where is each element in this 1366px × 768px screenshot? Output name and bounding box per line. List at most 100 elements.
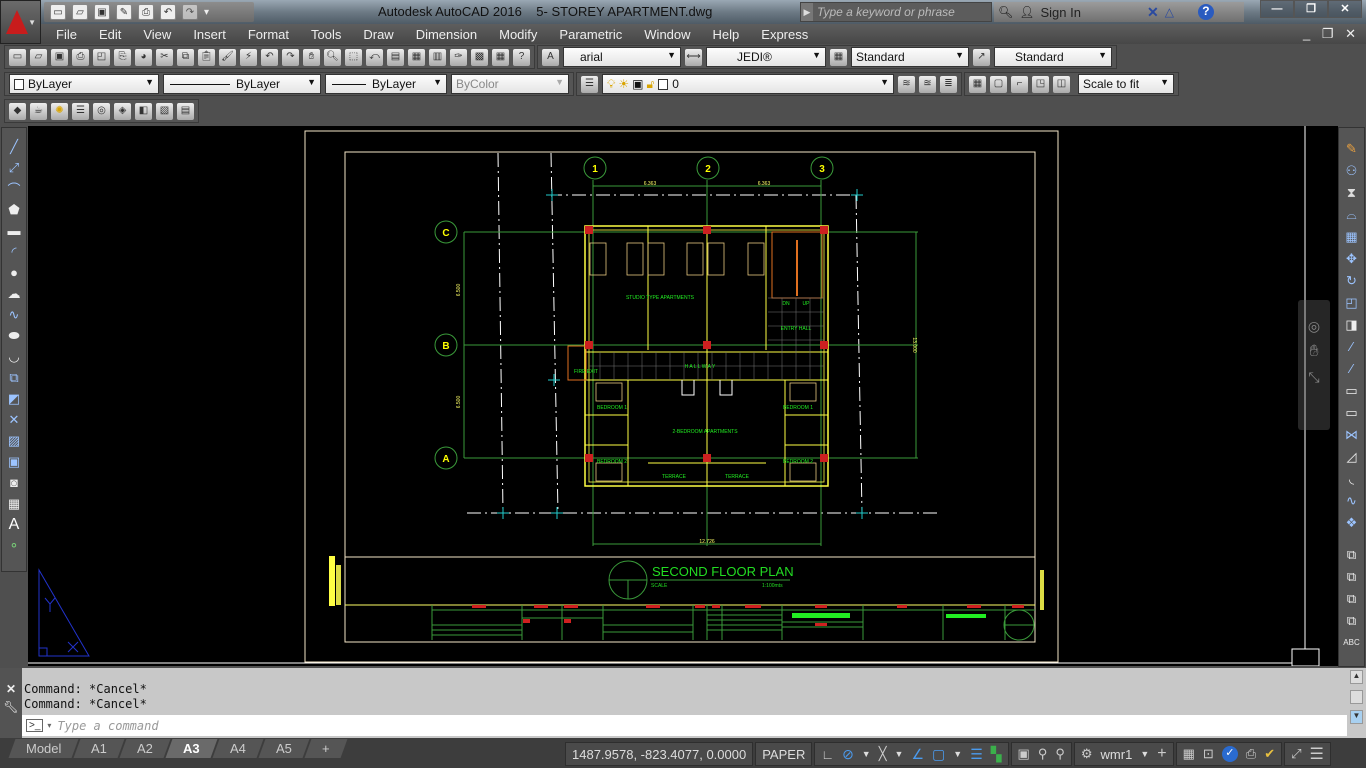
steering-wheel-icon[interactable]: ◎ [1298, 318, 1330, 335]
material-attach-icon[interactable]: ◈ [114, 102, 131, 120]
break-at-point-icon[interactable]: ▭ [1344, 382, 1360, 399]
send-to-back-icon[interactable]: ⧉ [1344, 568, 1360, 585]
erase-icon[interactable]: ✎ [1344, 140, 1360, 157]
markup-icon[interactable]: ▩ [471, 48, 488, 66]
scroll-down-icon[interactable]: ▼ [1350, 710, 1363, 724]
menu-express[interactable]: Express [750, 27, 819, 42]
recent-commands-dropdown[interactable]: ▾ [47, 721, 51, 730]
region-icon[interactable]: ◙ [6, 474, 22, 491]
arc-icon[interactable]: ◜ [6, 243, 22, 260]
pan-icon[interactable]: ✋︎ [303, 48, 320, 66]
match-properties-icon[interactable]: 🖌︎ [219, 48, 236, 66]
dropdown-arrow-icon[interactable]: ▼ [953, 749, 962, 759]
new-layout-button[interactable]: + [304, 739, 347, 758]
construction-line-icon[interactable]: ⤢ [6, 159, 22, 176]
spline-icon[interactable]: ∿ [6, 306, 22, 323]
sun-properties-icon[interactable]: ◧ [135, 102, 152, 120]
user-icon[interactable]: 👤︎ [1019, 5, 1034, 19]
ellipse-arc-icon[interactable]: ◡ [6, 348, 22, 365]
materials-icon[interactable]: ◎ [93, 102, 110, 120]
zoom-previous-icon[interactable]: ⤺ [366, 48, 383, 66]
plot-preview-icon[interactable]: ◰ [93, 48, 110, 66]
save-icon[interactable]: ▣ [94, 4, 110, 20]
coordinates-display[interactable]: 1487.9578, -823.4077, 0.0000 [565, 742, 754, 766]
document-window-controls[interactable]: _ ❐ ✕ [1303, 26, 1360, 42]
break-icon[interactable]: ▭ [1344, 404, 1360, 421]
stretch-icon[interactable]: ◨ [1344, 316, 1360, 333]
isodraft-icon[interactable]: ╳ [879, 746, 887, 762]
paste-icon[interactable]: 📋︎ [198, 48, 215, 66]
object-snap-icon[interactable]: ▢ [932, 746, 945, 763]
trim-icon[interactable]: ⁄ [1344, 338, 1360, 355]
properties-icon[interactable]: ▤ [387, 48, 404, 66]
render-teapot-icon[interactable]: ☕︎ [30, 102, 47, 120]
multileader-style-icon[interactable]: ↗ [973, 48, 990, 66]
menu-draw[interactable]: Draw [352, 27, 404, 42]
ellipse-icon[interactable]: ⬬ [6, 327, 22, 344]
tab-model[interactable]: Model [8, 739, 79, 758]
plot-stamp-icon[interactable]: ⎙ [1246, 746, 1256, 762]
annotation-scale-icon[interactable]: ⚲ [1038, 746, 1048, 762]
print-icon[interactable]: ⎙ [138, 4, 154, 20]
gradient-icon[interactable]: ▣ [6, 453, 22, 470]
ortho-icon[interactable]: ∟ [821, 747, 834, 762]
help-icon[interactable]: ? [513, 48, 530, 66]
plot-icon[interactable]: ⎙ [72, 48, 89, 66]
close-button[interactable]: ✕ [1328, 0, 1362, 18]
insert-block-icon[interactable]: ⧉ [6, 369, 22, 386]
dim-style-icon[interactable]: ⟷ [685, 48, 702, 66]
undo-icon[interactable]: ↶ [261, 48, 278, 66]
join-icon[interactable]: ⋈ [1344, 426, 1360, 443]
block-editor-icon[interactable]: ⚡︎ [240, 48, 257, 66]
hide-icon[interactable]: ◆ [9, 102, 26, 120]
send-under-icon[interactable]: ⧉ [1344, 612, 1360, 629]
spell-check-icon[interactable]: ABC [1343, 634, 1359, 651]
viewport-handle[interactable] [1291, 648, 1320, 666]
dim-style-select[interactable]: JEDI® ▼ [706, 47, 826, 67]
transparency-icon[interactable]: ▚ [991, 746, 1002, 763]
color-select[interactable]: ByLayer ▼ [9, 74, 159, 94]
application-menu-button[interactable]: ▼ [0, 0, 41, 44]
menu-modify[interactable]: Modify [488, 27, 548, 42]
dropdown-arrow-icon[interactable]: ▼ [895, 749, 904, 759]
menu-parametric[interactable]: Parametric [548, 27, 633, 42]
restore-button[interactable]: ❐ [1294, 0, 1328, 18]
multileader-style-select[interactable]: Standard ▼ [994, 47, 1112, 67]
dropdown-arrow-icon[interactable]: ▼ [862, 749, 871, 759]
drawing-canvas[interactable]: SECOND FLOOR PLAN SCALE 1:100mts 1 2 3 C… [28, 126, 1338, 666]
menu-view[interactable]: View [132, 27, 182, 42]
scroll-up-icon[interactable]: ▲ [1350, 670, 1363, 684]
mirror-icon[interactable]: ⧗ [1344, 184, 1360, 201]
convert-object-viewport-icon[interactable]: ◳ [1032, 75, 1049, 93]
polyline-icon[interactable]: ⌒ [6, 180, 22, 197]
3d-dwf-icon[interactable]: ◕ [135, 48, 152, 66]
open-folder-icon[interactable]: ▱ [72, 4, 88, 20]
chamfer-icon[interactable]: ◿ [1344, 448, 1360, 465]
expand-arrow-icon[interactable]: ▶ [801, 3, 813, 21]
customize-qat-icon[interactable]: ▾ [204, 7, 209, 18]
tab-a2[interactable]: A2 [119, 739, 171, 758]
menu-insert[interactable]: Insert [182, 27, 237, 42]
move-icon[interactable]: ✥ [1344, 250, 1360, 267]
tab-a3[interactable]: A3 [165, 739, 218, 758]
make-current-layer-icon[interactable]: ≋ [898, 75, 915, 93]
help-search-box[interactable]: ▶ Type a keyword or phrase [800, 2, 992, 22]
copy-icon[interactable]: ⧉ [177, 48, 194, 66]
clean-screen-icon[interactable]: ✔ [1264, 746, 1275, 762]
customization-menu-icon[interactable]: ☰ [1310, 744, 1324, 764]
tab-a4[interactable]: A4 [212, 739, 264, 758]
revision-cloud-icon[interactable]: ☁ [6, 285, 22, 302]
menu-file[interactable]: File [45, 27, 88, 42]
command-input[interactable]: >_ ▾ Type a command [22, 715, 1347, 736]
light-list-icon[interactable]: ☰ [72, 102, 89, 120]
blend-curves-icon[interactable]: ∿ [1344, 492, 1360, 509]
quick-properties-icon[interactable]: ▣ [1018, 746, 1030, 762]
publish-icon[interactable]: ⎘ [114, 48, 131, 66]
menu-edit[interactable]: Edit [88, 27, 132, 42]
fillet-icon[interactable]: ◟ [1344, 470, 1360, 487]
a360-icon[interactable]: △ [1165, 5, 1174, 19]
cut-icon[interactable]: ✂ [156, 48, 173, 66]
rectangle-icon[interactable]: ▬ [6, 222, 22, 239]
save-as-icon[interactable]: ✎ [116, 4, 132, 20]
menu-tools[interactable]: Tools [300, 27, 352, 42]
